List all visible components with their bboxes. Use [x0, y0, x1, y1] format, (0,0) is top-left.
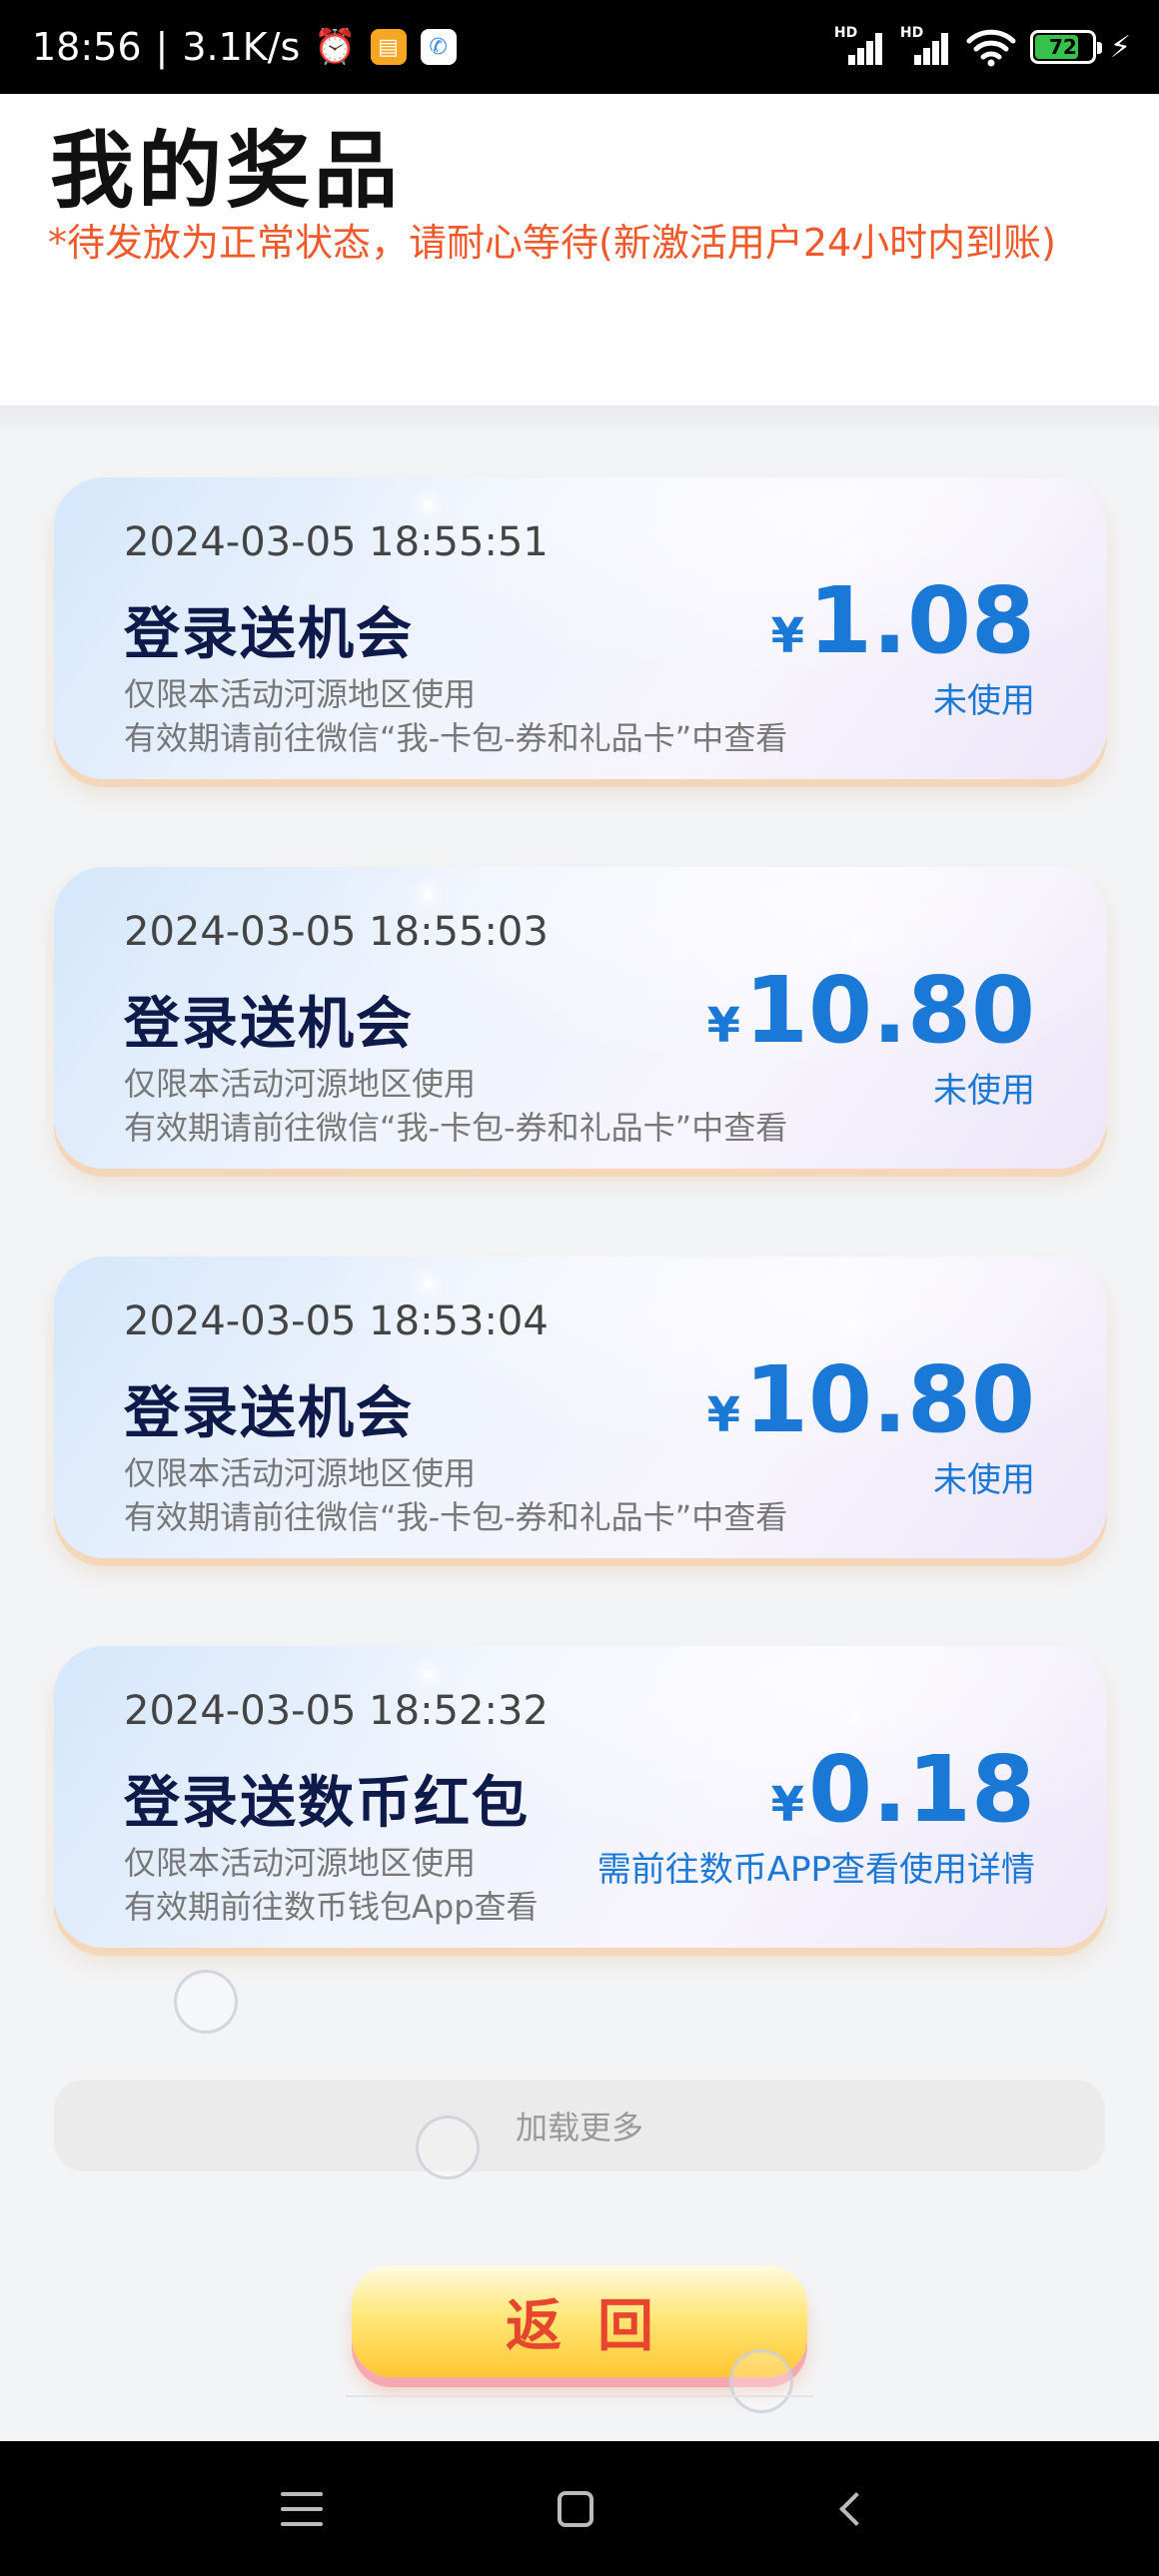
prize-validity: 有效期请前往微信“我-卡包-券和礼品卡”中查看: [124, 719, 788, 757]
amount-value: 0.18: [808, 1736, 1035, 1843]
clock: 18:56: [32, 25, 142, 69]
status-bar-left: 18:56 | 3.1K/s ⏰ ▤ ✆: [32, 22, 457, 72]
charging-icon: ⚡: [1109, 29, 1131, 65]
menu-icon[interactable]: [272, 2481, 332, 2537]
prize-status: 未使用: [933, 1460, 1035, 1500]
prize-name: 登录送机会: [124, 602, 414, 667]
amount-value: 1.08: [808, 567, 1035, 674]
prize-validity: 有效期请前往微信“我-卡包-券和礼品卡”中查看: [124, 1109, 788, 1147]
prize-region: 仅限本活动河源地区使用: [124, 1065, 477, 1103]
touch-indicator: [416, 2116, 480, 2179]
load-more-button[interactable]: 加载更多: [54, 2080, 1105, 2171]
amount-value: 10.80: [743, 957, 1035, 1064]
home-icon[interactable]: [546, 2481, 605, 2537]
currency-symbol: ¥: [706, 998, 740, 1054]
divider: |: [155, 25, 169, 69]
navigation-bar: [0, 2441, 1159, 2576]
prize-amount: ¥ 1.08: [771, 567, 1035, 674]
prize-region: 仅限本活动河源地区使用: [124, 1454, 477, 1492]
touch-indicator: [174, 1970, 238, 2034]
prize-validity: 有效期前往数币钱包App查看: [124, 1888, 539, 1926]
notice-text: *待发放为正常状态，请耐心等待(新激活用户24小时内到账): [48, 221, 1057, 265]
header-divider: [0, 406, 1159, 435]
prize-card[interactable]: 2024-03-05 18:55:51 登录送机会 仅限本活动河源地区使用 有效…: [54, 477, 1107, 779]
currency-symbol: ¥: [706, 1387, 740, 1443]
prize-name: 登录送机会: [124, 1381, 414, 1446]
alarm-icon: ⏰: [314, 27, 357, 67]
battery-icon: 72: [1029, 30, 1102, 64]
prize-amount: ¥ 10.80: [707, 1346, 1035, 1453]
back-chevron-icon[interactable]: [821, 2481, 881, 2537]
status-bar: 18:56 | 3.1K/s ⏰ ▤ ✆ HD HD 72 ⚡: [0, 0, 1159, 94]
prize-amount: ¥ 10.80: [707, 957, 1035, 1064]
prize-time: 2024-03-05 18:55:03: [124, 909, 549, 955]
prize-status: 未使用: [933, 681, 1035, 721]
prize-card[interactable]: 2024-03-05 18:55:03 登录送机会 仅限本活动河源地区使用 有效…: [54, 867, 1107, 1169]
hd-signal-icon: HD: [834, 25, 886, 65]
prize-name: 登录送机会: [124, 992, 414, 1057]
touch-indicator: [729, 2349, 793, 2413]
phone-call-icon: ✆: [420, 29, 457, 65]
prize-validity: 有效期请前往微信“我-卡包-券和礼品卡”中查看: [124, 1498, 788, 1536]
currency-symbol: ¥: [770, 1777, 804, 1833]
prize-time: 2024-03-05 18:52:32: [124, 1688, 549, 1734]
prize-status: 未使用: [933, 1071, 1035, 1111]
prize-status: 需前往数币APP查看使用详情: [596, 1850, 1035, 1890]
battery-level: 72: [1049, 35, 1077, 59]
prize-name: 登录送数币红包: [124, 1771, 530, 1836]
prize-card[interactable]: 2024-03-05 18:53:04 登录送机会 仅限本活动河源地区使用 有效…: [54, 1257, 1107, 1558]
amount-value: 10.80: [743, 1346, 1035, 1453]
notification-app-icon: ▤: [370, 29, 407, 65]
prize-time: 2024-03-05 18:53:04: [124, 1298, 549, 1344]
prize-time: 2024-03-05 18:55:51: [124, 519, 549, 565]
divider: [346, 2395, 813, 2397]
page-title: 我的奖品: [50, 122, 403, 220]
wifi-icon: [966, 29, 1016, 67]
prize-card[interactable]: 2024-03-05 18:52:32 登录送数币红包 仅限本活动河源地区使用 …: [54, 1646, 1107, 1948]
prize-amount: ¥ 0.18: [771, 1736, 1035, 1843]
currency-symbol: ¥: [770, 608, 804, 664]
status-bar-right: HD HD 72 ⚡: [834, 22, 1131, 72]
hd-signal-icon: HD: [900, 25, 952, 65]
prize-region: 仅限本活动河源地区使用: [124, 675, 477, 713]
prize-region: 仅限本活动河源地区使用: [124, 1844, 477, 1882]
network-speed: 3.1K/s: [182, 25, 301, 69]
